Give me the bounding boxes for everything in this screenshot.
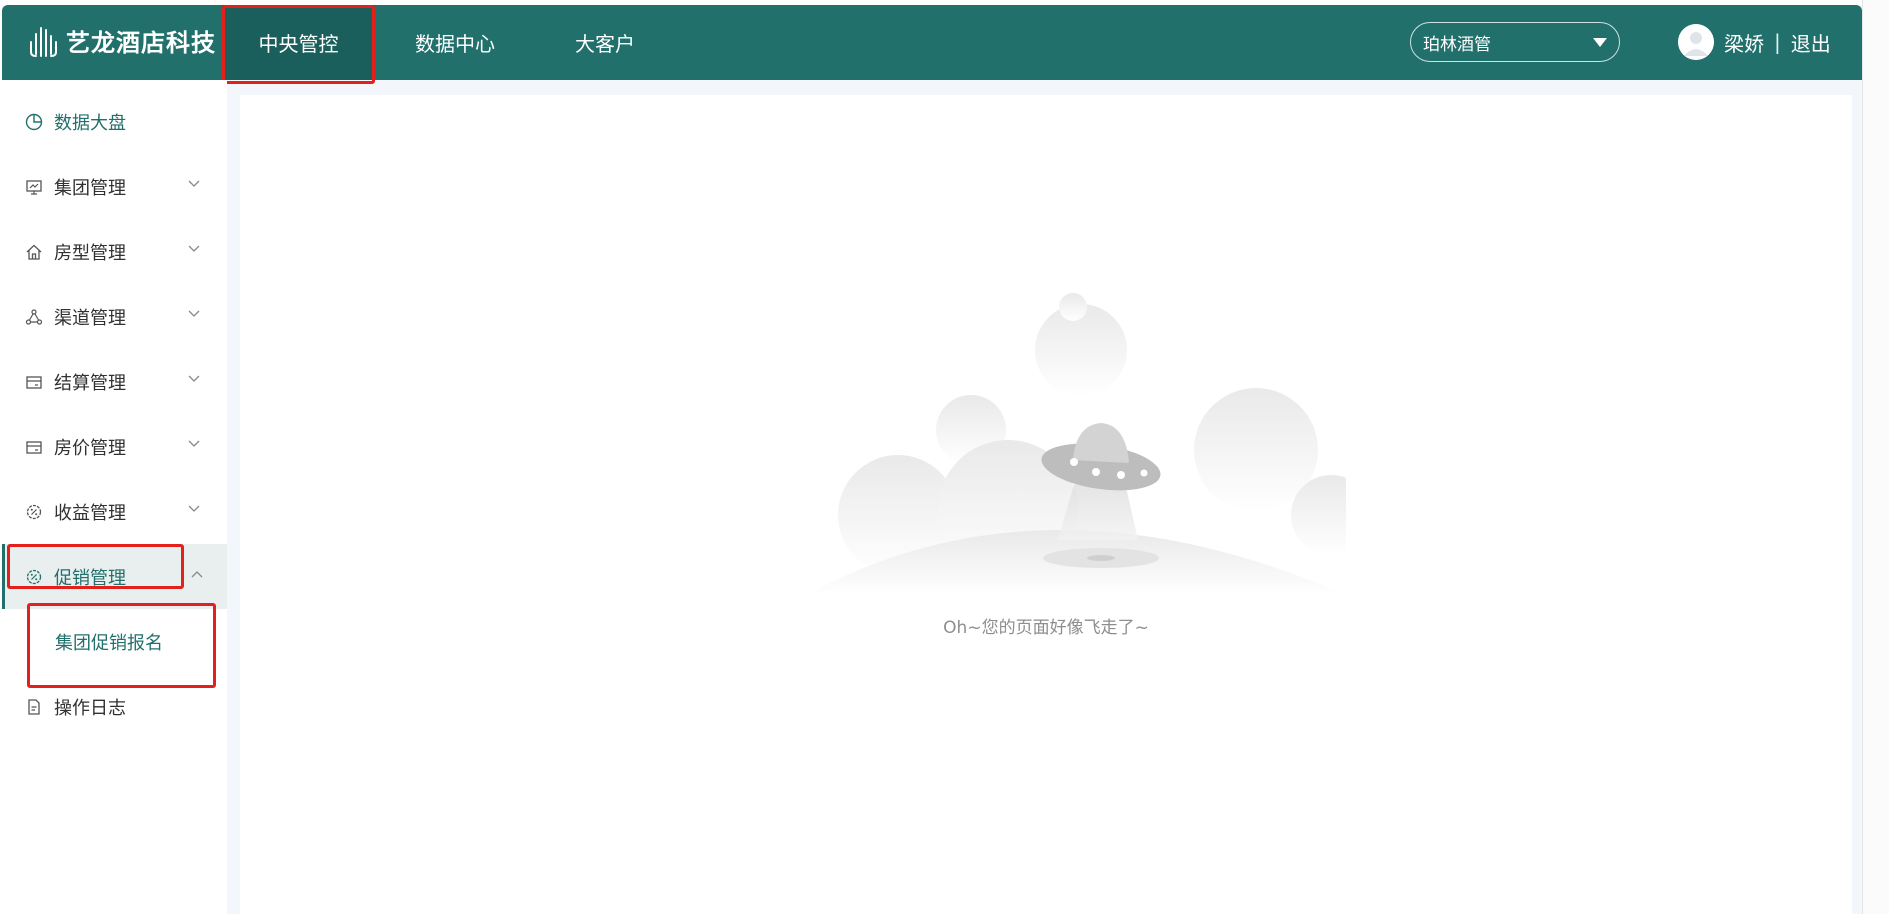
card-icon	[24, 372, 44, 392]
chevron-up-icon	[191, 571, 203, 578]
sidebar-item-revenue[interactable]: 收益管理	[2, 479, 227, 544]
logo[interactable]: 艺龙酒店科技	[28, 23, 216, 58]
chevron-down-icon	[188, 375, 200, 382]
home-icon	[24, 242, 44, 262]
highlight-box-submenu	[27, 603, 216, 688]
sidebar-item-room-type[interactable]: 房型管理	[2, 219, 227, 284]
chevron-down-icon	[188, 310, 200, 317]
sidebar-item-label: 结算管理	[54, 372, 126, 394]
user-divider: |	[1774, 30, 1781, 54]
sidebar-item-label: 集团管理	[54, 177, 126, 199]
logout-link[interactable]: 退出	[1791, 28, 1831, 57]
chevron-down-icon	[188, 245, 200, 252]
sidebar-item-room-price[interactable]: 房价管理	[2, 414, 227, 479]
gear-discount-icon	[24, 502, 44, 522]
monitor-icon	[24, 177, 44, 197]
avatar[interactable]	[1678, 24, 1714, 60]
sidebar-item-group[interactable]: 集团管理	[2, 154, 227, 219]
user-area: 梁娇 | 退出	[1678, 24, 1831, 60]
sidebar-item-label: 数据大盘	[54, 112, 126, 134]
sidebar-item-channel[interactable]: 渠道管理	[2, 284, 227, 349]
sidebar-item-settlement[interactable]: 结算管理	[2, 349, 227, 414]
highlight-box-promotion	[7, 544, 184, 589]
ufo-illustration	[806, 293, 1346, 595]
user-icon	[1678, 24, 1714, 60]
caret-down-icon	[1593, 37, 1607, 47]
app-frame: 艺龙酒店科技 中央管控 数据中心 大客户 珀林酒管 梁娇 | 退出 数据大盘 集…	[2, 5, 1862, 919]
main-content: Oh~您的页面好像飞走了~	[240, 95, 1852, 919]
nav-key-accounts[interactable]: 大客户	[535, 5, 675, 80]
sidebar-item-label: 房型管理	[54, 242, 126, 264]
sidebar-item-label: 操作日志	[54, 697, 126, 719]
browser-side-strip	[1862, 0, 1889, 914]
sidebar-item-dashboard[interactable]: 数据大盘	[2, 89, 227, 154]
brand-name: 艺龙酒店科技	[66, 29, 216, 57]
brand-logo-icon	[30, 26, 57, 57]
sidebar-item-label: 房价管理	[54, 437, 126, 459]
document-icon	[24, 697, 44, 717]
empty-state-message: Oh~您的页面好像飞走了~	[943, 618, 1149, 638]
hotel-select[interactable]: 珀林酒管	[1410, 22, 1620, 62]
sidebar-item-label: 收益管理	[54, 502, 126, 524]
user-name[interactable]: 梁娇	[1724, 28, 1764, 57]
highlight-box-nav	[222, 5, 375, 84]
nav-data-center[interactable]: 数据中心	[375, 5, 535, 80]
chevron-down-icon	[188, 180, 200, 187]
chevron-down-icon	[188, 505, 200, 512]
card-icon	[24, 437, 44, 457]
sidebar-item-label: 渠道管理	[54, 307, 126, 329]
pie-chart-icon	[24, 112, 44, 132]
sidebar: 数据大盘 集团管理 房型管理 渠道管理 结算管理 房价管理 收益管理 促销管理 …	[2, 80, 227, 914]
share-nodes-icon	[24, 307, 44, 327]
chevron-down-icon	[188, 440, 200, 447]
hotel-select-value: 珀林酒管	[1423, 34, 1491, 55]
